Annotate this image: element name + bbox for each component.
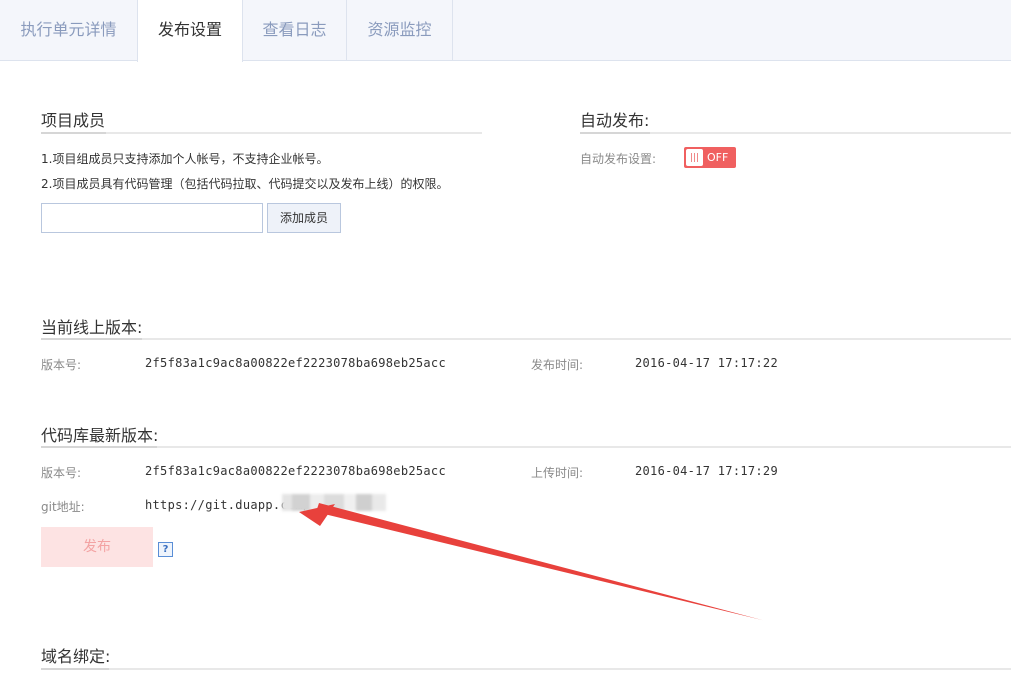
annotation-arrow-icon bbox=[299, 503, 766, 621]
